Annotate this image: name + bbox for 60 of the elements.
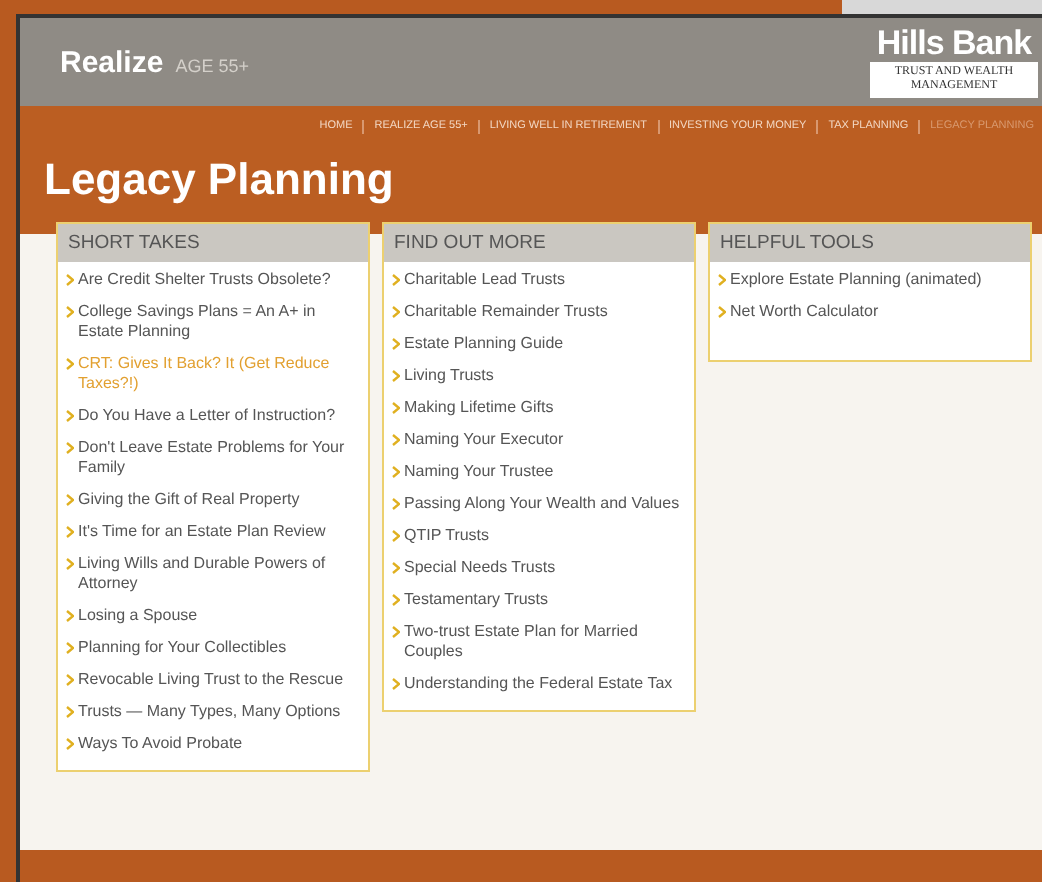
chevron-icon <box>66 558 74 570</box>
chevron-icon <box>66 306 74 318</box>
article-link[interactable]: Charitable Lead Trusts <box>404 270 565 290</box>
article-link[interactable]: Testamentary Trusts <box>404 590 549 610</box>
chevron-icon <box>66 642 74 654</box>
article-link[interactable]: Don't Leave Estate Problems for Your Family <box>78 438 360 478</box>
article-link[interactable]: Giving the Gift of Real Property <box>78 490 300 510</box>
article-link[interactable]: Are Credit Shelter Trusts Obsolete? <box>78 270 331 290</box>
chevron-icon <box>66 610 74 622</box>
article-link[interactable]: Understanding the Federal Estate Tax <box>404 674 673 694</box>
article-link[interactable]: Naming Your Trustee <box>404 462 554 482</box>
chevron-icon <box>66 738 74 750</box>
chevron-icon <box>392 466 400 478</box>
article-link[interactable]: Charitable Remainder Trusts <box>404 302 608 322</box>
chevron-icon <box>392 434 400 446</box>
article-link[interactable]: Revocable Living Trust to the Rescue <box>78 670 344 690</box>
article-link[interactable]: Net Worth Calculator <box>730 302 879 322</box>
article-link[interactable]: Naming Your Executor <box>404 430 564 450</box>
chevron-icon <box>718 274 726 286</box>
chevron-icon <box>392 678 400 690</box>
chevron-icon <box>392 626 400 638</box>
article-link[interactable]: QTIP Trusts <box>404 526 490 546</box>
chevron-icon <box>392 530 400 542</box>
article-link[interactable]: Passing Along Your Wealth and Values <box>404 494 680 514</box>
article-link[interactable]: Special Needs Trusts <box>404 558 556 578</box>
chevron-icon <box>66 410 74 422</box>
chevron-icon <box>392 370 400 382</box>
article-link[interactable]: Do You Have a Letter of Instruction? <box>78 406 336 426</box>
article-link[interactable]: Trusts — Many Types, Many Options <box>78 702 341 722</box>
chevron-icon <box>392 562 400 574</box>
article-link[interactable]: Living Trusts <box>404 366 494 386</box>
panel-heading: SHORT TAKES <box>58 224 368 262</box>
article-link[interactable]: Two-trust Estate Plan for Married Couples <box>404 622 686 662</box>
page-title: Legacy Planning <box>20 146 1042 222</box>
chevron-icon <box>66 706 74 718</box>
article-link[interactable]: Losing a Spouse <box>78 606 198 626</box>
chevron-icon <box>66 442 74 454</box>
panel-heading: FIND OUT MORE <box>384 224 694 262</box>
article-link[interactable]: Ways To Avoid Probate <box>78 734 243 754</box>
chevron-icon <box>66 674 74 686</box>
chevron-icon <box>66 494 74 506</box>
article-link[interactable]: Planning for Your Collectibles <box>78 638 287 658</box>
chevron-icon <box>392 306 400 318</box>
chevron-icon <box>392 338 400 350</box>
chevron-icon <box>718 306 726 318</box>
article-link[interactable]: Living Wills and Durable Powers of Attorney <box>78 554 360 594</box>
chevron-icon <box>66 274 74 286</box>
article-link[interactable]: Explore Estate Planning (animated) <box>730 270 982 290</box>
chevron-icon <box>392 402 400 414</box>
chevron-icon <box>392 274 400 286</box>
panel-heading: HELPFUL TOOLS <box>710 224 1030 262</box>
article-link[interactable]: College Savings Plans = An A+ in Estate Planning <box>78 302 360 342</box>
brand-tagline: AGE 55+ <box>175 55 249 75</box>
chevron-icon <box>66 358 74 370</box>
chevron-icon <box>392 594 400 606</box>
chevron-icon <box>66 526 74 538</box>
chevron-icon <box>392 498 400 510</box>
article-link[interactable]: Making Lifetime Gifts <box>404 398 554 418</box>
article-link[interactable]: It's Time for an Estate Plan Review <box>78 522 326 542</box>
article-link[interactable]: Estate Planning Guide <box>404 334 564 354</box>
